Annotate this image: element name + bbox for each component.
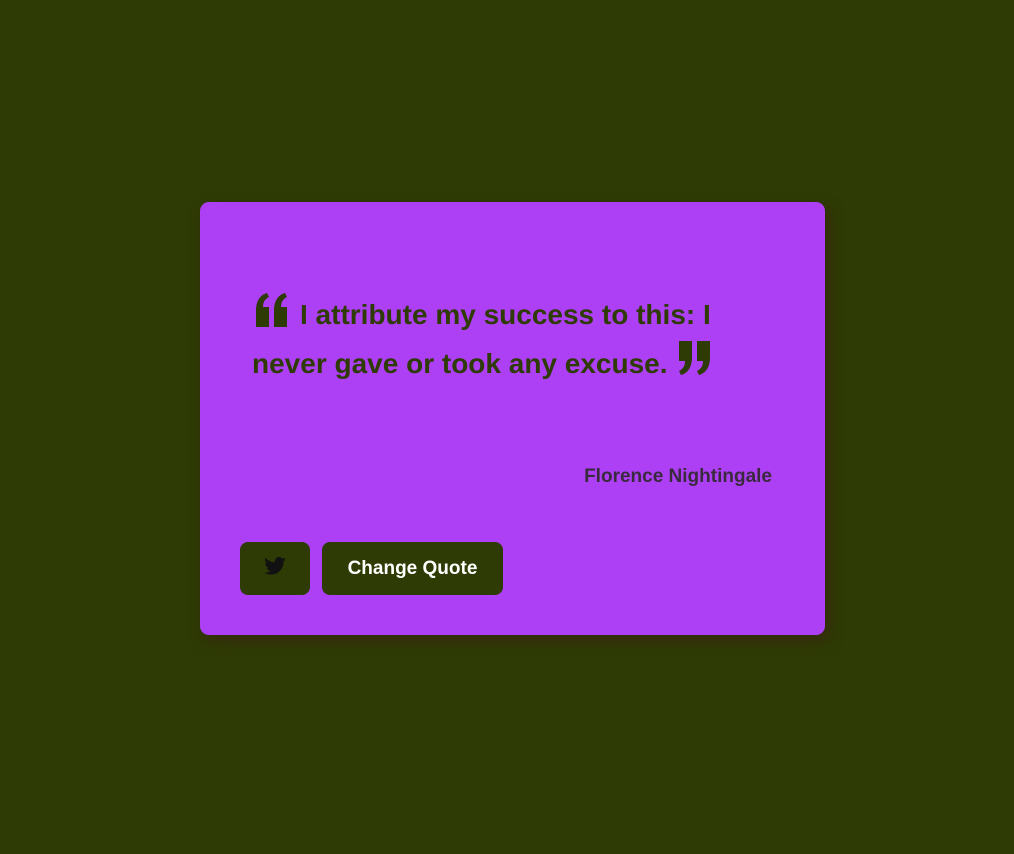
quote-right-icon bbox=[676, 341, 714, 375]
tweet-button[interactable] bbox=[240, 542, 310, 595]
quote-left-icon bbox=[252, 293, 290, 327]
quote-author: Florence Nightingale bbox=[584, 466, 772, 487]
quote-text-block: I attribute my success to this: I never … bbox=[252, 290, 752, 388]
quote-text: I attribute my success to this: I never … bbox=[252, 299, 711, 379]
quote-card: I attribute my success to this: I never … bbox=[200, 202, 825, 635]
twitter-icon bbox=[264, 556, 286, 581]
change-quote-button[interactable]: Change Quote bbox=[322, 542, 503, 595]
